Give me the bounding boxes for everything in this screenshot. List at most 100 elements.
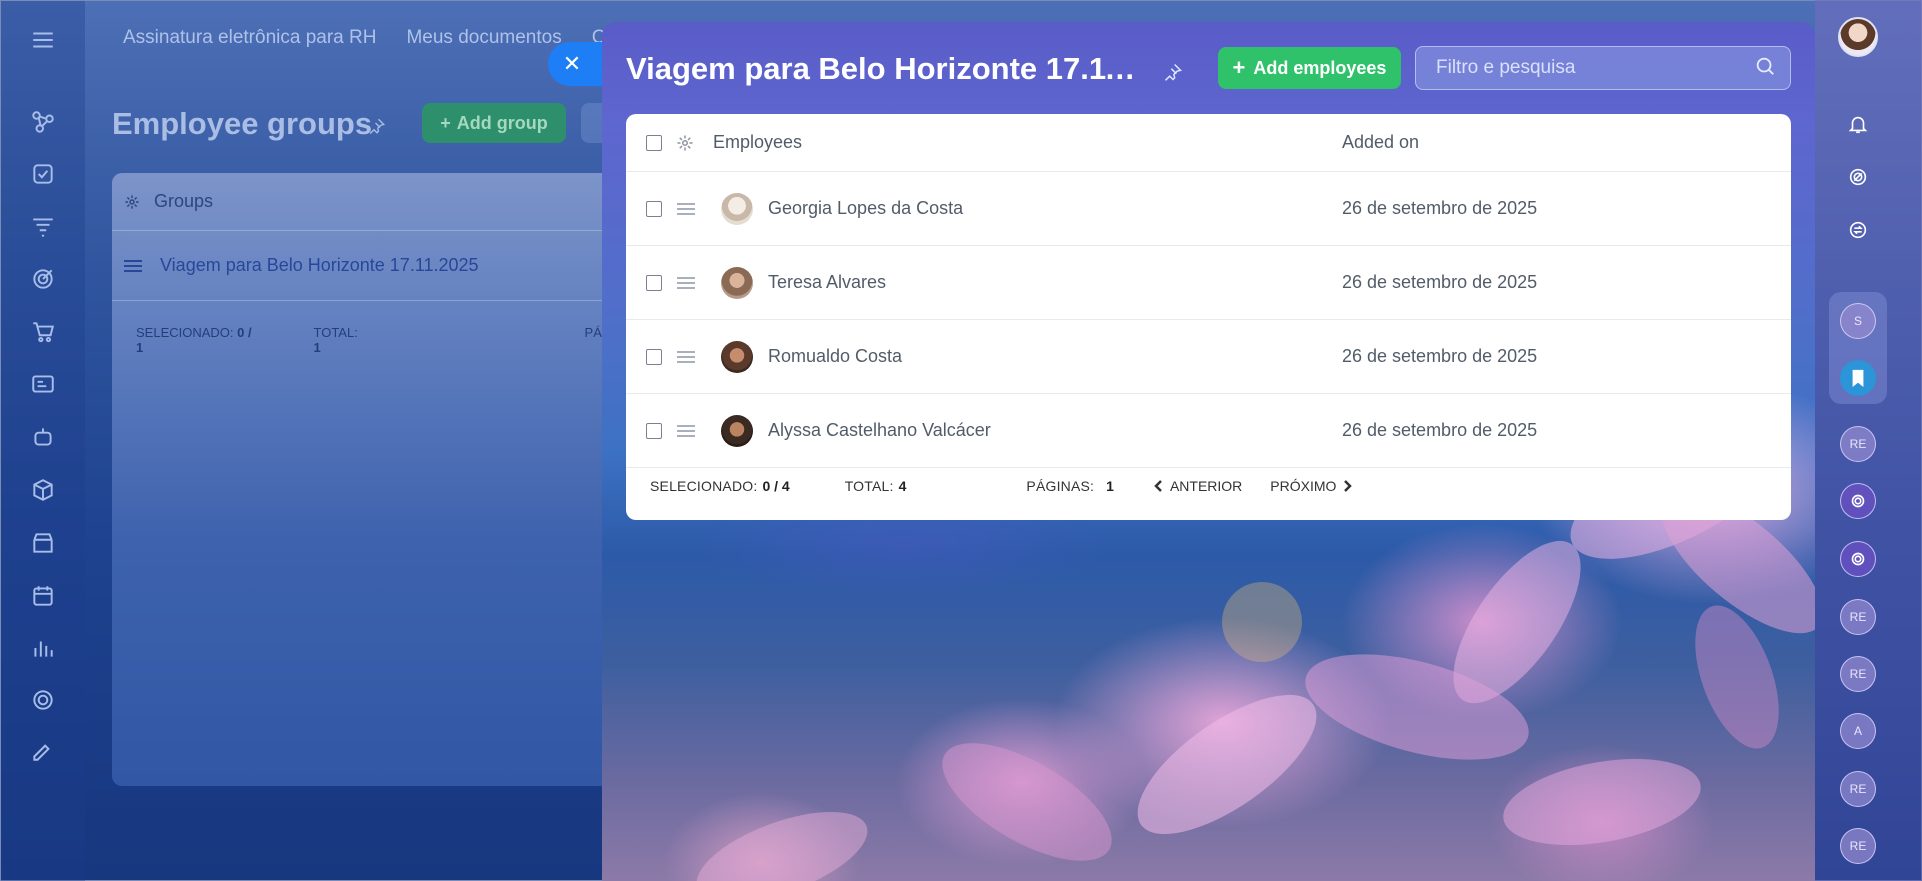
select-all-checkbox[interactable]	[646, 134, 662, 151]
drag-handle-icon[interactable]	[677, 202, 695, 215]
table-row[interactable]: Viagem para Belo Horizonte 17.11.2025	[112, 231, 612, 301]
groups-grid-header: Groups	[112, 173, 612, 231]
copilot-icon[interactable]	[1840, 159, 1876, 195]
target-icon[interactable]	[28, 264, 58, 294]
settings-icon[interactable]	[28, 685, 58, 715]
chat-avatar[interactable]: A	[1840, 713, 1876, 749]
added-on-column-header[interactable]: Added on	[1342, 132, 1419, 153]
left-sidebar	[1, 1, 85, 881]
next-page-button[interactable]: PRÓXIMO	[1270, 478, 1354, 494]
row-checkbox[interactable]	[646, 422, 662, 439]
previous-label: ANTERIOR	[1169, 478, 1243, 494]
selected-value: 0 / 4	[762, 478, 790, 494]
avatar[interactable]	[721, 414, 753, 447]
selected-label: SELECIONADO:	[136, 325, 234, 340]
add-employees-button[interactable]: + Add employees	[1218, 47, 1401, 89]
chat-avatar[interactable]: S	[1840, 303, 1876, 339]
page-title: Employee groups	[112, 106, 373, 141]
add-group-button[interactable]: + Add group	[422, 103, 566, 143]
chat-avatar[interactable]: RE	[1840, 828, 1876, 864]
next-label: PRÓXIMO	[1270, 478, 1337, 494]
bookmark-icon[interactable]	[1840, 360, 1876, 396]
calendar-icon[interactable]	[28, 581, 58, 611]
chat-sync-icon[interactable]	[1840, 212, 1876, 248]
avatar[interactable]	[721, 266, 753, 299]
search-box[interactable]	[1415, 46, 1791, 90]
topnav-item-hr-signature[interactable]: Assinatura eletrônica para RH	[123, 27, 376, 53]
total-counter: TOTAL: 4	[845, 478, 907, 494]
store-icon[interactable]	[28, 528, 58, 558]
table-row[interactable]: Alyssa Castelhano Valcácer 26 de setembr…	[626, 394, 1791, 468]
robot-icon[interactable]	[28, 422, 58, 452]
plus-icon: +	[440, 112, 451, 133]
added-on-date: 26 de setembro de 2025	[1342, 198, 1538, 218]
top-navigation: Assinatura eletrônica para RH Meus docum…	[123, 27, 616, 53]
drag-handle-icon[interactable]	[677, 276, 695, 289]
box-icon[interactable]	[28, 475, 58, 505]
selected-counter: SELECIONADO: 0 / 1	[136, 325, 258, 355]
user-avatar[interactable]	[1838, 17, 1878, 57]
search-icon[interactable]	[1754, 55, 1776, 82]
plus-icon: +	[1232, 55, 1246, 80]
pin-icon[interactable]	[1163, 62, 1183, 82]
menu-icon[interactable]	[28, 25, 58, 55]
chevron-right-icon	[1344, 480, 1353, 492]
analytics-icon[interactable]	[28, 633, 58, 663]
funnel-icon[interactable]	[28, 212, 58, 242]
employee-group-slider: Viagem para Belo Horizonte 17.11.2... + …	[602, 22, 1815, 881]
tasks-icon[interactable]	[28, 159, 58, 189]
topnav-item-my-documents[interactable]: Meus documentos	[406, 27, 561, 53]
crm-icon[interactable]	[28, 107, 58, 137]
chat-avatar[interactable]: RE	[1840, 599, 1876, 635]
copilot-chat-icon[interactable]	[1840, 483, 1876, 519]
pages-counter: PÁGINAS: 1	[1026, 478, 1114, 494]
row-checkbox[interactable]	[646, 348, 662, 365]
chat-avatar[interactable]: RE	[1840, 771, 1876, 807]
selected-counter: SELECIONADO: 0 / 4	[650, 478, 790, 494]
add-group-label: Add group	[456, 112, 548, 133]
avatar[interactable]	[721, 340, 753, 373]
add-employees-label: Add employees	[1253, 57, 1387, 78]
drag-handle-icon[interactable]	[677, 424, 695, 437]
row-checkbox[interactable]	[646, 274, 662, 291]
added-on-date: 26 de setembro de 2025	[1342, 346, 1538, 366]
total-counter: TOTAL: 1	[314, 325, 367, 355]
employee-name[interactable]: Teresa Alvares	[768, 272, 886, 293]
total-label: TOTAL:	[844, 478, 894, 494]
gear-icon[interactable]	[124, 194, 140, 210]
copilot-chat-icon[interactable]	[1840, 541, 1876, 577]
id-card-icon[interactable]	[28, 369, 58, 399]
employees-grid: Employees Added on Georgia Lopes da Cost…	[626, 114, 1791, 520]
added-on-date: 26 de setembro de 2025	[1342, 420, 1538, 440]
group-link[interactable]: Viagem para Belo Horizonte 17.11.2025	[160, 255, 479, 276]
selected-label: SELECIONADO:	[650, 478, 758, 494]
chat-avatar[interactable]: RE	[1840, 426, 1876, 462]
chat-avatar[interactable]: RE	[1840, 656, 1876, 692]
grid-footer: SELECIONADO: 0 / 4 TOTAL: 4 PÁGINAS: 1 ANTE…	[650, 478, 1354, 494]
employee-name[interactable]: Georgia Lopes da Costa	[768, 198, 963, 219]
table-row[interactable]: Georgia Lopes da Costa 26 de setembro de…	[626, 172, 1791, 246]
close-icon: ✕	[562, 51, 582, 76]
pin-icon[interactable]	[368, 117, 386, 135]
drag-handle-icon[interactable]	[124, 259, 142, 272]
table-row[interactable]: Romualdo Costa 26 de setembro de 2025	[626, 320, 1791, 394]
previous-page-button[interactable]: ANTERIOR	[1152, 478, 1242, 494]
employee-name[interactable]: Romualdo Costa	[768, 346, 902, 367]
search-input[interactable]	[1436, 57, 1754, 79]
employee-name[interactable]: Alyssa Castelhano Valcácer	[768, 420, 991, 441]
total-label: TOTAL:	[313, 325, 358, 340]
drag-handle-icon[interactable]	[677, 350, 695, 363]
groups-grid-footer: SELECIONADO: 0 / 1 TOTAL: 1 PÁG	[136, 325, 612, 355]
groups-column-header: Groups	[154, 191, 214, 211]
close-slider-button[interactable]: ✕	[548, 42, 604, 86]
cart-icon[interactable]	[28, 317, 58, 347]
added-on-date: 26 de setembro de 2025	[1342, 272, 1538, 292]
bell-icon[interactable]	[1840, 106, 1876, 142]
gear-icon[interactable]	[676, 134, 694, 152]
signature-icon[interactable]	[28, 735, 58, 765]
pages-value: 1	[1106, 478, 1114, 494]
employees-column-header[interactable]: Employees	[713, 132, 802, 153]
avatar[interactable]	[721, 192, 753, 225]
table-row[interactable]: Teresa Alvares 26 de setembro de 2025	[626, 246, 1791, 320]
row-checkbox[interactable]	[646, 200, 662, 217]
